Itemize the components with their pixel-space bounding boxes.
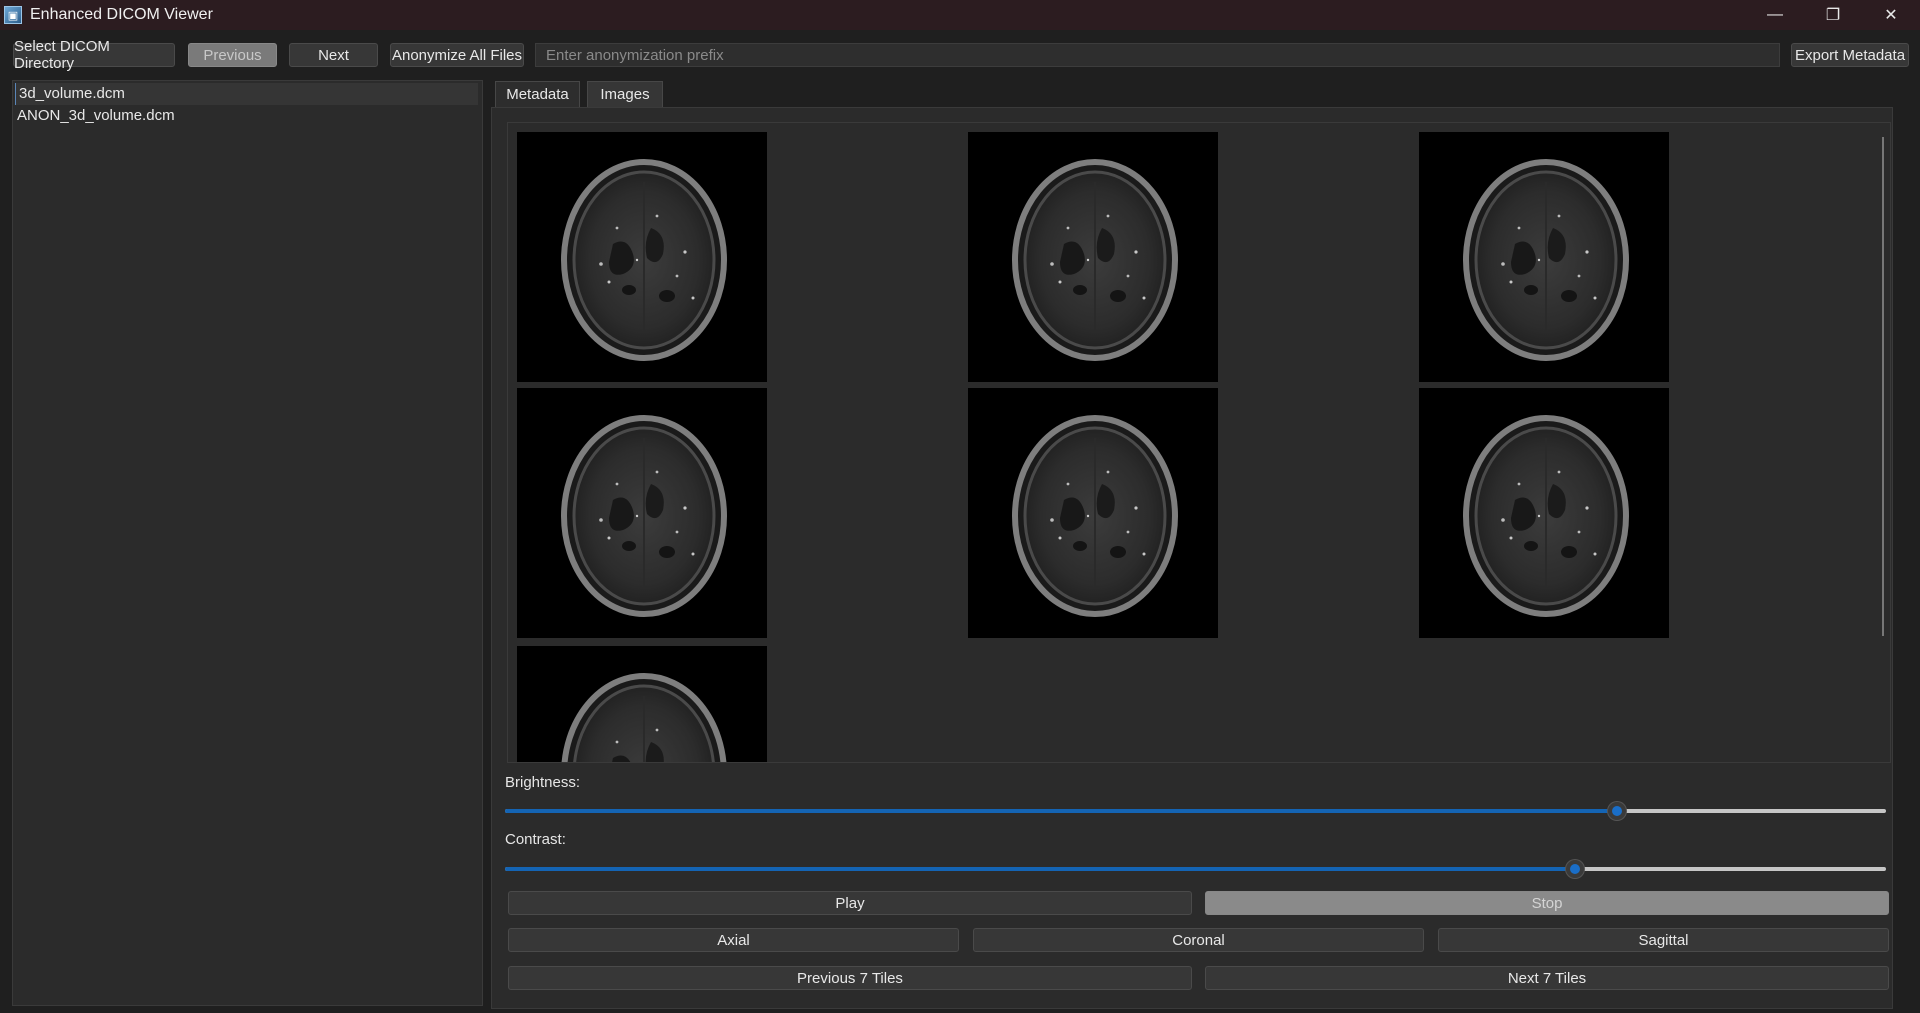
slider-handle[interactable] bbox=[1566, 860, 1585, 878]
title-bar: ▣ Enhanced DICOM Viewer — ❐ ✕ bbox=[0, 0, 1920, 30]
brain-slice-image bbox=[517, 646, 767, 763]
image-tile-2[interactable] bbox=[968, 132, 1218, 382]
window-controls: — ❐ ✕ bbox=[1746, 0, 1920, 30]
tile-scrollbar[interactable] bbox=[1882, 137, 1884, 636]
coronal-button[interactable]: Coronal bbox=[973, 928, 1424, 952]
brightness-label: Brightness: bbox=[505, 774, 581, 791]
axial-button[interactable]: Axial bbox=[508, 928, 959, 952]
brain-slice-image bbox=[517, 132, 767, 382]
sagittal-button[interactable]: Sagittal bbox=[1438, 928, 1889, 952]
image-tile-4[interactable] bbox=[517, 388, 767, 638]
window-title: Enhanced DICOM Viewer bbox=[30, 6, 213, 23]
stop-button[interactable]: Stop bbox=[1205, 891, 1889, 915]
previous-tiles-button[interactable]: Previous 7 Tiles bbox=[508, 966, 1192, 990]
tab-images[interactable]: Images bbox=[587, 81, 663, 107]
anonymize-button[interactable]: Anonymize All Files bbox=[390, 43, 524, 67]
brain-slice-image bbox=[968, 388, 1218, 638]
slider-fill bbox=[505, 867, 1576, 871]
brain-slice-image bbox=[1419, 132, 1669, 382]
brightness-slider[interactable] bbox=[505, 802, 1886, 820]
file-item[interactable]: ANON_3d_volume.dcm bbox=[13, 105, 482, 127]
restore-icon[interactable]: ❐ bbox=[1804, 0, 1862, 30]
image-tile-7[interactable] bbox=[517, 646, 767, 763]
contrast-slider[interactable] bbox=[505, 860, 1886, 878]
image-tile-3[interactable] bbox=[1419, 132, 1669, 382]
anonymization-prefix-input[interactable] bbox=[535, 43, 1780, 67]
slider-handle[interactable] bbox=[1607, 802, 1626, 820]
brain-slice-image bbox=[517, 388, 767, 638]
image-tile-6[interactable] bbox=[1419, 388, 1669, 638]
minimize-icon[interactable]: — bbox=[1746, 0, 1804, 30]
close-icon[interactable]: ✕ bbox=[1862, 0, 1920, 30]
next-tiles-button[interactable]: Next 7 Tiles bbox=[1205, 966, 1889, 990]
brain-slice-image bbox=[1419, 388, 1669, 638]
previous-button[interactable]: Previous bbox=[188, 43, 277, 67]
next-button[interactable]: Next bbox=[289, 43, 378, 67]
select-directory-button[interactable]: Select DICOM Directory bbox=[13, 38, 175, 72]
file-item[interactable]: 3d_volume.dcm bbox=[15, 83, 478, 105]
image-tile-5[interactable] bbox=[968, 388, 1218, 638]
play-button[interactable]: Play bbox=[508, 891, 1192, 915]
dicom-app-icon: ▣ bbox=[4, 6, 22, 24]
export-metadata-button[interactable]: Export Metadata bbox=[1791, 43, 1909, 67]
tab-metadata[interactable]: Metadata bbox=[495, 81, 580, 107]
slider-fill bbox=[505, 809, 1617, 813]
file-list[interactable]: 3d_volume.dcm ANON_3d_volume.dcm bbox=[12, 80, 483, 1006]
brain-slice-image bbox=[968, 132, 1218, 382]
image-tile-grid[interactable] bbox=[507, 122, 1891, 763]
contrast-label: Contrast: bbox=[505, 831, 566, 848]
image-tile-1[interactable] bbox=[517, 132, 767, 382]
